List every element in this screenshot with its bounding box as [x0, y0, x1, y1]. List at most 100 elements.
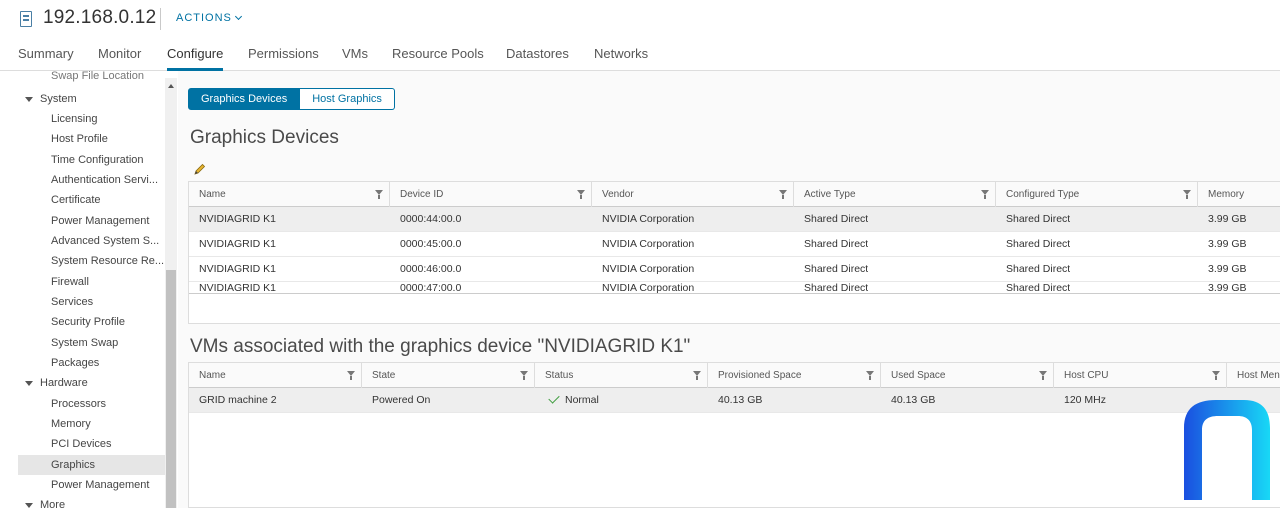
column-header-state[interactable]: State	[362, 363, 535, 388]
column-label: Vendor	[602, 189, 634, 200]
nav-item-memory[interactable]: Memory	[18, 414, 165, 434]
nav-group-label: System	[40, 93, 77, 105]
column-header-configured-type[interactable]: Configured Type	[996, 182, 1198, 207]
nav-item-time-configuration[interactable]: Time Configuration	[18, 150, 165, 170]
cell-memory: 3.99 GB	[1208, 213, 1247, 225]
nav-item-authentication-services[interactable]: Authentication Servi...	[18, 170, 165, 190]
scrollbar-thumb[interactable]	[166, 270, 176, 508]
filter-icon[interactable]	[1039, 371, 1047, 380]
filter-icon[interactable]	[693, 371, 701, 380]
cell-vm-name: GRID machine 2	[199, 394, 277, 406]
cell-memory: 3.99 GB	[1208, 282, 1247, 294]
nav-item-graphics[interactable]: Graphics	[18, 455, 165, 475]
column-label: State	[372, 370, 396, 381]
tab-resource-pools[interactable]: Resource Pools	[392, 46, 484, 71]
table-header: Name Device ID Vendor Active Type Config…	[189, 182, 1280, 207]
column-header-host-memory[interactable]: Host Men	[1227, 363, 1280, 388]
cell-device-id: 0000:44:00.0	[400, 213, 462, 225]
nav-item-system-swap[interactable]: System Swap	[18, 333, 165, 353]
tab-summary[interactable]: Summary	[18, 46, 74, 71]
filter-icon[interactable]	[1212, 371, 1220, 380]
check-icon	[548, 392, 560, 404]
nav-item-swap-file-location[interactable]: Swap File Location	[18, 71, 165, 86]
caret-down-icon	[25, 97, 33, 102]
page-title: 192.168.0.12	[43, 7, 157, 28]
nav-group-more[interactable]: More	[18, 495, 165, 508]
nav-group-hardware[interactable]: Hardware	[18, 373, 165, 393]
column-label: Name	[199, 189, 226, 200]
cell-device-id: 0000:47:00.0	[400, 282, 462, 294]
nav-item-host-profile[interactable]: Host Profile	[18, 129, 165, 149]
tab-datastores[interactable]: Datastores	[506, 46, 569, 71]
column-header-memory[interactable]: Memory	[1198, 182, 1280, 207]
column-header-status[interactable]: Status	[535, 363, 708, 388]
main-content: Graphics Devices Host Graphics Graphics …	[178, 71, 1280, 508]
host-icon	[20, 11, 32, 27]
cell-configured-type: Shared Direct	[1006, 238, 1071, 250]
table-row[interactable]: NVIDIAGRID K1 0000:45:00.0 NVIDIA Corpor…	[189, 232, 1280, 257]
nav-item-packages[interactable]: Packages	[18, 353, 165, 373]
pencil-icon[interactable]	[194, 163, 206, 175]
filter-icon[interactable]	[779, 190, 787, 199]
associated-vms-table: Name State Status Provisioned Space Used…	[188, 362, 1280, 508]
nav-item-security-profile[interactable]: Security Profile	[18, 312, 165, 332]
nav-item-system-resource-reservation[interactable]: System Resource Re...	[18, 251, 165, 271]
column-header-used-space[interactable]: Used Space	[881, 363, 1054, 388]
tab-monitor[interactable]: Monitor	[98, 46, 141, 71]
cell-vendor: NVIDIA Corporation	[602, 263, 695, 275]
tab-configure[interactable]: Configure	[167, 46, 224, 71]
column-header-active-type[interactable]: Active Type	[794, 182, 996, 207]
nav-item-certificate[interactable]: Certificate	[18, 190, 165, 210]
chevron-down-icon	[234, 12, 242, 21]
filter-icon[interactable]	[981, 190, 989, 199]
nav-item-licensing[interactable]: Licensing	[18, 109, 165, 129]
table-row[interactable]: GRID machine 2 Powered On Normal 40.13 G…	[189, 388, 1280, 413]
filter-icon[interactable]	[577, 190, 585, 199]
nav-item-processors[interactable]: Processors	[18, 394, 165, 414]
nav-item-services[interactable]: Services	[18, 292, 165, 312]
table-header: Name State Status Provisioned Space Used…	[189, 363, 1280, 388]
configure-nav-tree: Swap File Location System Licensing Host…	[18, 71, 165, 508]
cell-name: NVIDIAGRID K1	[199, 238, 277, 250]
tab-networks[interactable]: Networks	[594, 46, 648, 71]
column-header-provisioned-space[interactable]: Provisioned Space	[708, 363, 881, 388]
filter-icon[interactable]	[375, 190, 383, 199]
nav-scrollbar[interactable]	[165, 78, 177, 508]
column-label: Host Men	[1237, 370, 1280, 381]
scroll-up-arrow-icon[interactable]	[168, 84, 174, 88]
actions-button[interactable]: ACTIONS	[176, 12, 242, 24]
graphics-devices-toggle[interactable]: Graphics Devices	[188, 88, 301, 110]
cell-device-id: 0000:45:00.0	[400, 238, 462, 250]
filter-icon[interactable]	[1183, 190, 1191, 199]
column-header-name[interactable]: Name	[189, 363, 362, 388]
tab-permissions[interactable]: Permissions	[248, 46, 319, 71]
column-label: Provisioned Space	[718, 370, 802, 381]
column-header-device-id[interactable]: Device ID	[390, 182, 592, 207]
filter-icon[interactable]	[520, 371, 528, 380]
nav-item-advanced-system-settings[interactable]: Advanced System S...	[18, 231, 165, 251]
nav-item-pci-devices[interactable]: PCI Devices	[18, 434, 165, 454]
host-graphics-toggle[interactable]: Host Graphics	[300, 88, 395, 110]
cell-name: NVIDIAGRID K1	[199, 263, 277, 275]
cell-active-type: Shared Direct	[804, 263, 869, 275]
column-label: Device ID	[400, 189, 444, 200]
column-label: Memory	[1208, 189, 1245, 200]
tab-vms[interactable]: VMs	[342, 46, 368, 71]
cell-configured-type: Shared Direct	[1006, 263, 1071, 275]
cell-memory: 3.99 GB	[1208, 263, 1247, 275]
column-header-vendor[interactable]: Vendor	[592, 182, 794, 207]
filter-icon[interactable]	[866, 371, 874, 380]
table-row[interactable]: NVIDIAGRID K1 0000:46:00.0 NVIDIA Corpor…	[189, 257, 1280, 282]
column-header-name[interactable]: Name	[189, 182, 390, 207]
nav-item-power-management-hw[interactable]: Power Management	[18, 475, 165, 495]
nav-item-firewall[interactable]: Firewall	[18, 272, 165, 292]
filter-icon[interactable]	[347, 371, 355, 380]
column-header-host-cpu[interactable]: Host CPU	[1054, 363, 1227, 388]
nav-item-power-management[interactable]: Power Management	[18, 211, 165, 231]
table-row[interactable]: NVIDIAGRID K1 0000:44:00.0 NVIDIA Corpor…	[189, 207, 1280, 232]
vms-section-title: VMs associated with the graphics device …	[190, 336, 691, 357]
table-row[interactable]: NVIDIAGRID K1 0000:47:00.0 NVIDIA Corpor…	[189, 282, 1280, 294]
caret-down-icon	[25, 381, 33, 386]
nav-group-label: More	[40, 499, 66, 508]
nav-group-system[interactable]: System	[18, 89, 165, 109]
